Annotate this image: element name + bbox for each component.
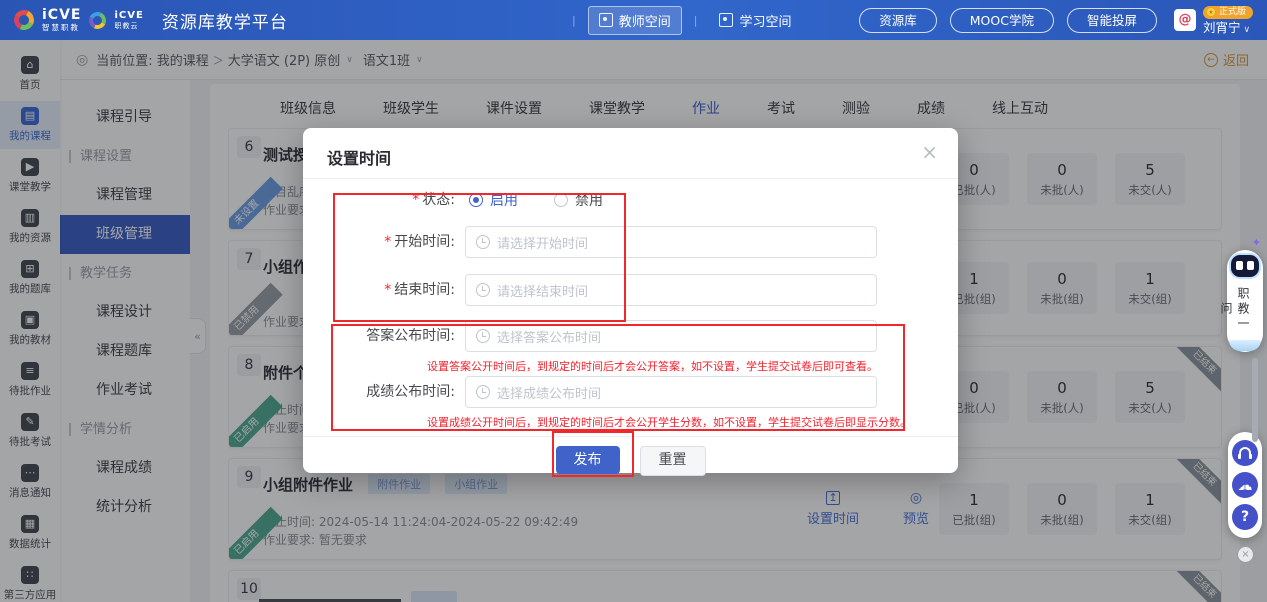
download-button[interactable]: ☁↓	[1232, 472, 1258, 498]
header-right: 资源库 MOOC学院 智能投屏 @ ★正式版 刘宵宁∨	[859, 0, 1253, 40]
zhijiaoyun-logo-text: iCVE 职教云	[114, 11, 143, 30]
close-icon[interactable]: ×	[921, 140, 938, 164]
reset-button[interactable]: 重置	[640, 446, 706, 476]
assistant-label: 职教一问	[1238, 281, 1252, 337]
customer-service-button[interactable]	[1232, 440, 1258, 466]
header-pill-button[interactable]: 资源库	[859, 8, 937, 33]
assistant-widget[interactable]: ✦ 职教一问	[1227, 250, 1263, 352]
version-badge: ★正式版	[1203, 6, 1253, 19]
dialog-title: 设置时间	[327, 145, 391, 169]
user-area[interactable]: @ ★正式版 刘宵宁∨	[1174, 6, 1253, 35]
chevron-down-icon: ∨	[1244, 25, 1251, 35]
header-pill-button[interactable]: 智能投屏	[1067, 8, 1157, 33]
help-button[interactable]: ?	[1232, 504, 1258, 530]
space-icon	[719, 13, 733, 27]
sparkle-icon: ✦	[1252, 236, 1261, 249]
annotation-box-publish-button	[552, 431, 634, 477]
page-title: 资源库教学平台	[162, 8, 288, 33]
space-icon	[599, 13, 613, 27]
space-nav-item[interactable]: 学习空间	[709, 7, 801, 34]
help-toolbar: ☁↓ ?	[1228, 432, 1262, 538]
scrollbar[interactable]	[1252, 358, 1258, 442]
headset-icon	[1237, 447, 1253, 459]
zhijiaoyun-logo-icon	[87, 9, 109, 31]
logo-group: iCVE 智慧职教 iCVE 职教云 资源库教学平台	[0, 8, 288, 33]
annotation-box-status-times	[333, 193, 626, 322]
question-icon: ?	[1241, 509, 1249, 525]
collapse-toolbar-button[interactable]: ×	[1237, 546, 1254, 563]
top-header: iCVE 智慧职教 iCVE 职教云 资源库教学平台 | 教师空间 |	[0, 0, 1267, 40]
header-pill-button[interactable]: MOOC学院	[950, 8, 1054, 33]
space-nav: | 教师空间 | 学习空间	[560, 0, 801, 40]
annotation-box-publish-times	[331, 324, 905, 431]
divider	[303, 178, 958, 179]
space-nav-item[interactable]: 教师空间	[588, 6, 682, 35]
screen: iCVE 智慧职教 iCVE 职教云 资源库教学平台 | 教师空间 |	[0, 0, 1267, 602]
avatar: @	[1174, 9, 1196, 31]
medal-icon: ★	[1206, 7, 1216, 17]
icve-logo-text: iCVE 智慧职教	[42, 8, 81, 32]
robot-icon	[1231, 255, 1259, 277]
icve-logo-icon	[11, 7, 37, 33]
username: 刘宵宁∨	[1203, 22, 1250, 35]
